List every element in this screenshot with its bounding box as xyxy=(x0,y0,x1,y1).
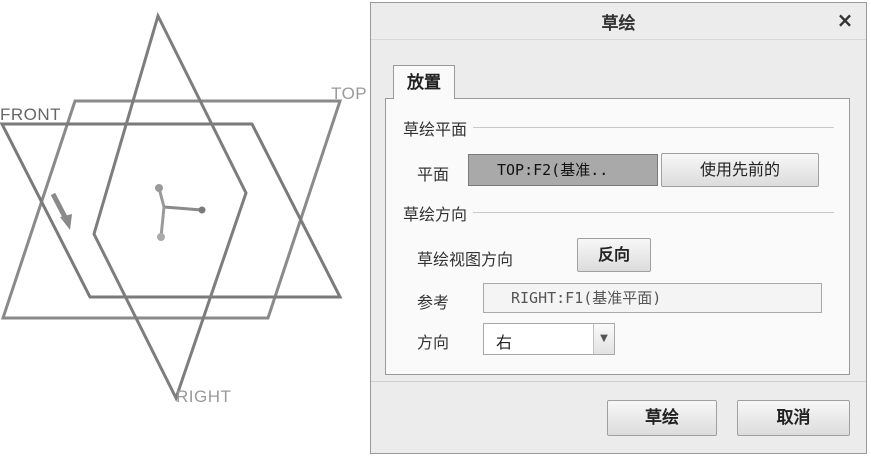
top-datum-plane[interactable] xyxy=(0,99,343,320)
reference-label: 参考 xyxy=(417,293,450,312)
model-viewport[interactable]: FRONT TOP RIGHT xyxy=(0,0,372,459)
footer-divider xyxy=(371,381,866,382)
section-title-sketch-plane: 草绘平面 xyxy=(403,116,474,140)
use-previous-button[interactable]: 使用先前的 xyxy=(661,153,819,187)
flip-button[interactable]: 反向 xyxy=(577,238,651,272)
dialog-titlebar[interactable]: 草绘 × xyxy=(371,3,866,40)
sketch-button[interactable]: 草绘 xyxy=(607,400,717,436)
plane-label: 平面 xyxy=(417,165,450,184)
coordinate-system-icon xyxy=(155,184,206,241)
orientation-label: 方向 xyxy=(417,333,450,352)
tab-placement[interactable]: 放置 xyxy=(393,65,455,99)
placement-panel: 草绘平面 平面 TOP:F2(基准.. 使用先前的 草绘方向 草绘视图方向 反向… xyxy=(385,98,850,375)
sketch-dialog: 草绘 × 放置 草绘平面 平面 TOP:F2(基准.. 使用先前的 草绘方向 草… xyxy=(370,2,867,454)
direction-arrow-icon xyxy=(50,192,72,230)
dialog-title: 草绘 xyxy=(601,14,636,34)
section-title-sketch-orientation: 草绘方向 xyxy=(403,201,474,225)
reference-field[interactable]: RIGHT:F1(基准平面) xyxy=(483,283,822,313)
front-datum-plane[interactable] xyxy=(0,122,343,299)
sketch-plane-field[interactable]: TOP:F2(基准.. xyxy=(468,154,658,186)
cancel-button[interactable]: 取消 xyxy=(737,400,850,436)
top-plane-label: TOP xyxy=(331,84,368,103)
close-icon[interactable]: × xyxy=(834,9,856,31)
orientation-value: 右 xyxy=(496,333,513,352)
dropdown-arrow-icon[interactable]: ▼ xyxy=(593,324,614,354)
orientation-select[interactable]: 右 ▼ xyxy=(483,323,615,355)
dialog-content: 放置 草绘平面 平面 TOP:F2(基准.. 使用先前的 草绘方向 草绘视图方向… xyxy=(385,65,850,375)
front-plane-label: FRONT xyxy=(0,105,62,124)
right-plane-label: RIGHT xyxy=(176,387,232,406)
view-direction-label: 草绘视图方向 xyxy=(417,250,514,269)
